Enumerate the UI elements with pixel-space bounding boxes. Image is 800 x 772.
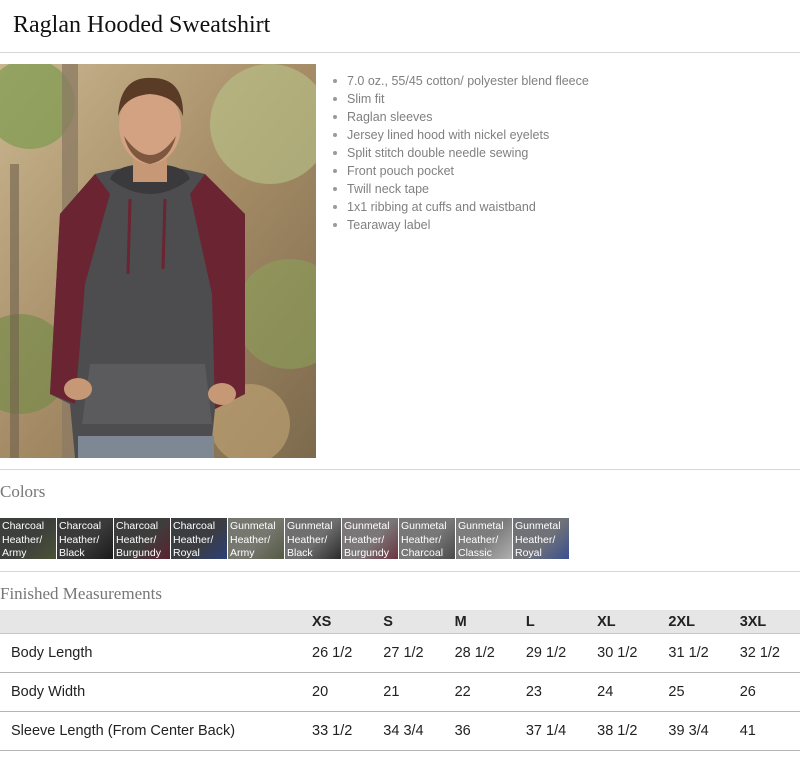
size-header: S	[372, 610, 444, 634]
swatch-label: Gunmetal Heather/ Classic	[458, 520, 504, 559]
table-cell: 39 3/4	[657, 711, 729, 751]
size-header: XS	[301, 610, 373, 634]
feature-item: 7.0 oz., 55/45 cotton/ polyester blend f…	[330, 72, 589, 90]
swatch-label: Gunmetal Heather/ Charcoal	[401, 520, 447, 559]
size-header: 2XL	[657, 610, 729, 634]
swatch-label: Charcoal Heather/ Royal	[173, 520, 216, 559]
table-cell: 31 1/2	[657, 633, 729, 673]
table-cell: 27 1/2	[372, 633, 444, 673]
table-cell: 25	[657, 672, 729, 712]
swatch-label: Gunmetal Heather/ Royal	[515, 520, 561, 559]
header-spacer	[0, 610, 301, 634]
table-cell: 20	[301, 672, 373, 712]
size-header: L	[514, 610, 587, 634]
color-swatch[interactable]: Gunmetal Heather/ Black	[285, 518, 341, 559]
color-swatch[interactable]: Gunmetal Heather/ Burgundy	[342, 518, 398, 559]
size-header: M	[443, 610, 515, 634]
table-cell: 26	[728, 672, 800, 712]
measurements-heading: Finished Measurements	[0, 584, 162, 603]
color-swatch[interactable]: Charcoal Heather/ Burgundy	[114, 518, 170, 559]
color-swatch[interactable]: Charcoal Heather/ Black	[57, 518, 113, 559]
size-header: XL	[586, 610, 658, 634]
table-cell: 29 1/2	[514, 633, 587, 673]
table-row: Body Width 20 21 22 23 24 25 26	[0, 672, 800, 712]
measurements-table: XS S M L XL 2XL 3XL Body Length 26 1/2 2…	[0, 610, 800, 751]
row-label: Body Width	[0, 672, 301, 712]
table-cell: 38 1/2	[586, 711, 658, 751]
swatch-label: Gunmetal Heather/ Burgundy	[344, 520, 390, 559]
table-cell: 23	[514, 672, 587, 712]
table-cell: 33 1/2	[301, 711, 373, 751]
table-row: Sleeve Length (From Center Back) 33 1/2 …	[0, 711, 800, 751]
feature-item: Front pouch pocket	[330, 162, 589, 180]
table-cell: 30 1/2	[586, 633, 658, 673]
feature-item: 1x1 ribbing at cuffs and waistband	[330, 198, 589, 216]
size-header: 3XL	[728, 610, 800, 634]
swatch-label: Charcoal Heather/ Black	[59, 520, 102, 559]
table-cell: 34 3/4	[372, 711, 444, 751]
color-swatch[interactable]: Gunmetal Heather/ Charcoal	[399, 518, 455, 559]
divider	[0, 52, 800, 53]
table-cell: 28 1/2	[443, 633, 515, 673]
table-cell: 22	[443, 672, 515, 712]
feature-item: Tearaway label	[330, 216, 589, 234]
table-row: Body Length 26 1/2 27 1/2 28 1/2 29 1/2 …	[0, 633, 800, 673]
color-swatch[interactable]: Charcoal Heather/ Royal	[171, 518, 227, 559]
feature-item: Jersey lined hood with nickel eyelets	[330, 126, 589, 144]
table-cell: 32 1/2	[728, 633, 800, 673]
divider	[0, 469, 800, 470]
swatch-label: Charcoal Heather/ Burgundy	[116, 520, 161, 559]
feature-item: Split stitch double needle sewing	[330, 144, 589, 162]
row-label: Sleeve Length (From Center Back)	[0, 711, 301, 751]
color-swatch[interactable]: Gunmetal Heather/ Classic	[456, 518, 512, 559]
table-cell: 26 1/2	[301, 633, 373, 673]
feature-list: 7.0 oz., 55/45 cotton/ polyester blend f…	[330, 72, 589, 234]
table-cell: 41	[728, 711, 800, 751]
table-cell: 24	[586, 672, 658, 712]
color-swatch[interactable]: Gunmetal Heather/ Royal	[513, 518, 569, 559]
divider	[0, 571, 800, 572]
feature-item: Slim fit	[330, 90, 589, 108]
table-cell: 36	[443, 711, 515, 751]
row-label: Body Length	[0, 633, 301, 673]
feature-item: Twill neck tape	[330, 180, 589, 198]
color-swatch-list: Charcoal Heather/ Army Charcoal Heather/…	[0, 518, 570, 559]
product-photo	[0, 64, 316, 458]
table-cell: 21	[372, 672, 444, 712]
swatch-label: Gunmetal Heather/ Army	[230, 520, 276, 559]
swatch-label: Gunmetal Heather/ Black	[287, 520, 333, 559]
feature-item: Raglan sleeves	[330, 108, 589, 126]
page-title: Raglan Hooded Sweatshirt	[13, 12, 271, 38]
table-cell: 37 1/4	[514, 711, 587, 751]
color-swatch[interactable]: Charcoal Heather/ Army	[0, 518, 56, 559]
colors-heading: Colors	[0, 482, 46, 501]
swatch-label: Charcoal Heather/ Army	[2, 520, 45, 559]
color-swatch[interactable]: Gunmetal Heather/ Army	[228, 518, 284, 559]
table-header-row: XS S M L XL 2XL 3XL	[0, 610, 800, 634]
